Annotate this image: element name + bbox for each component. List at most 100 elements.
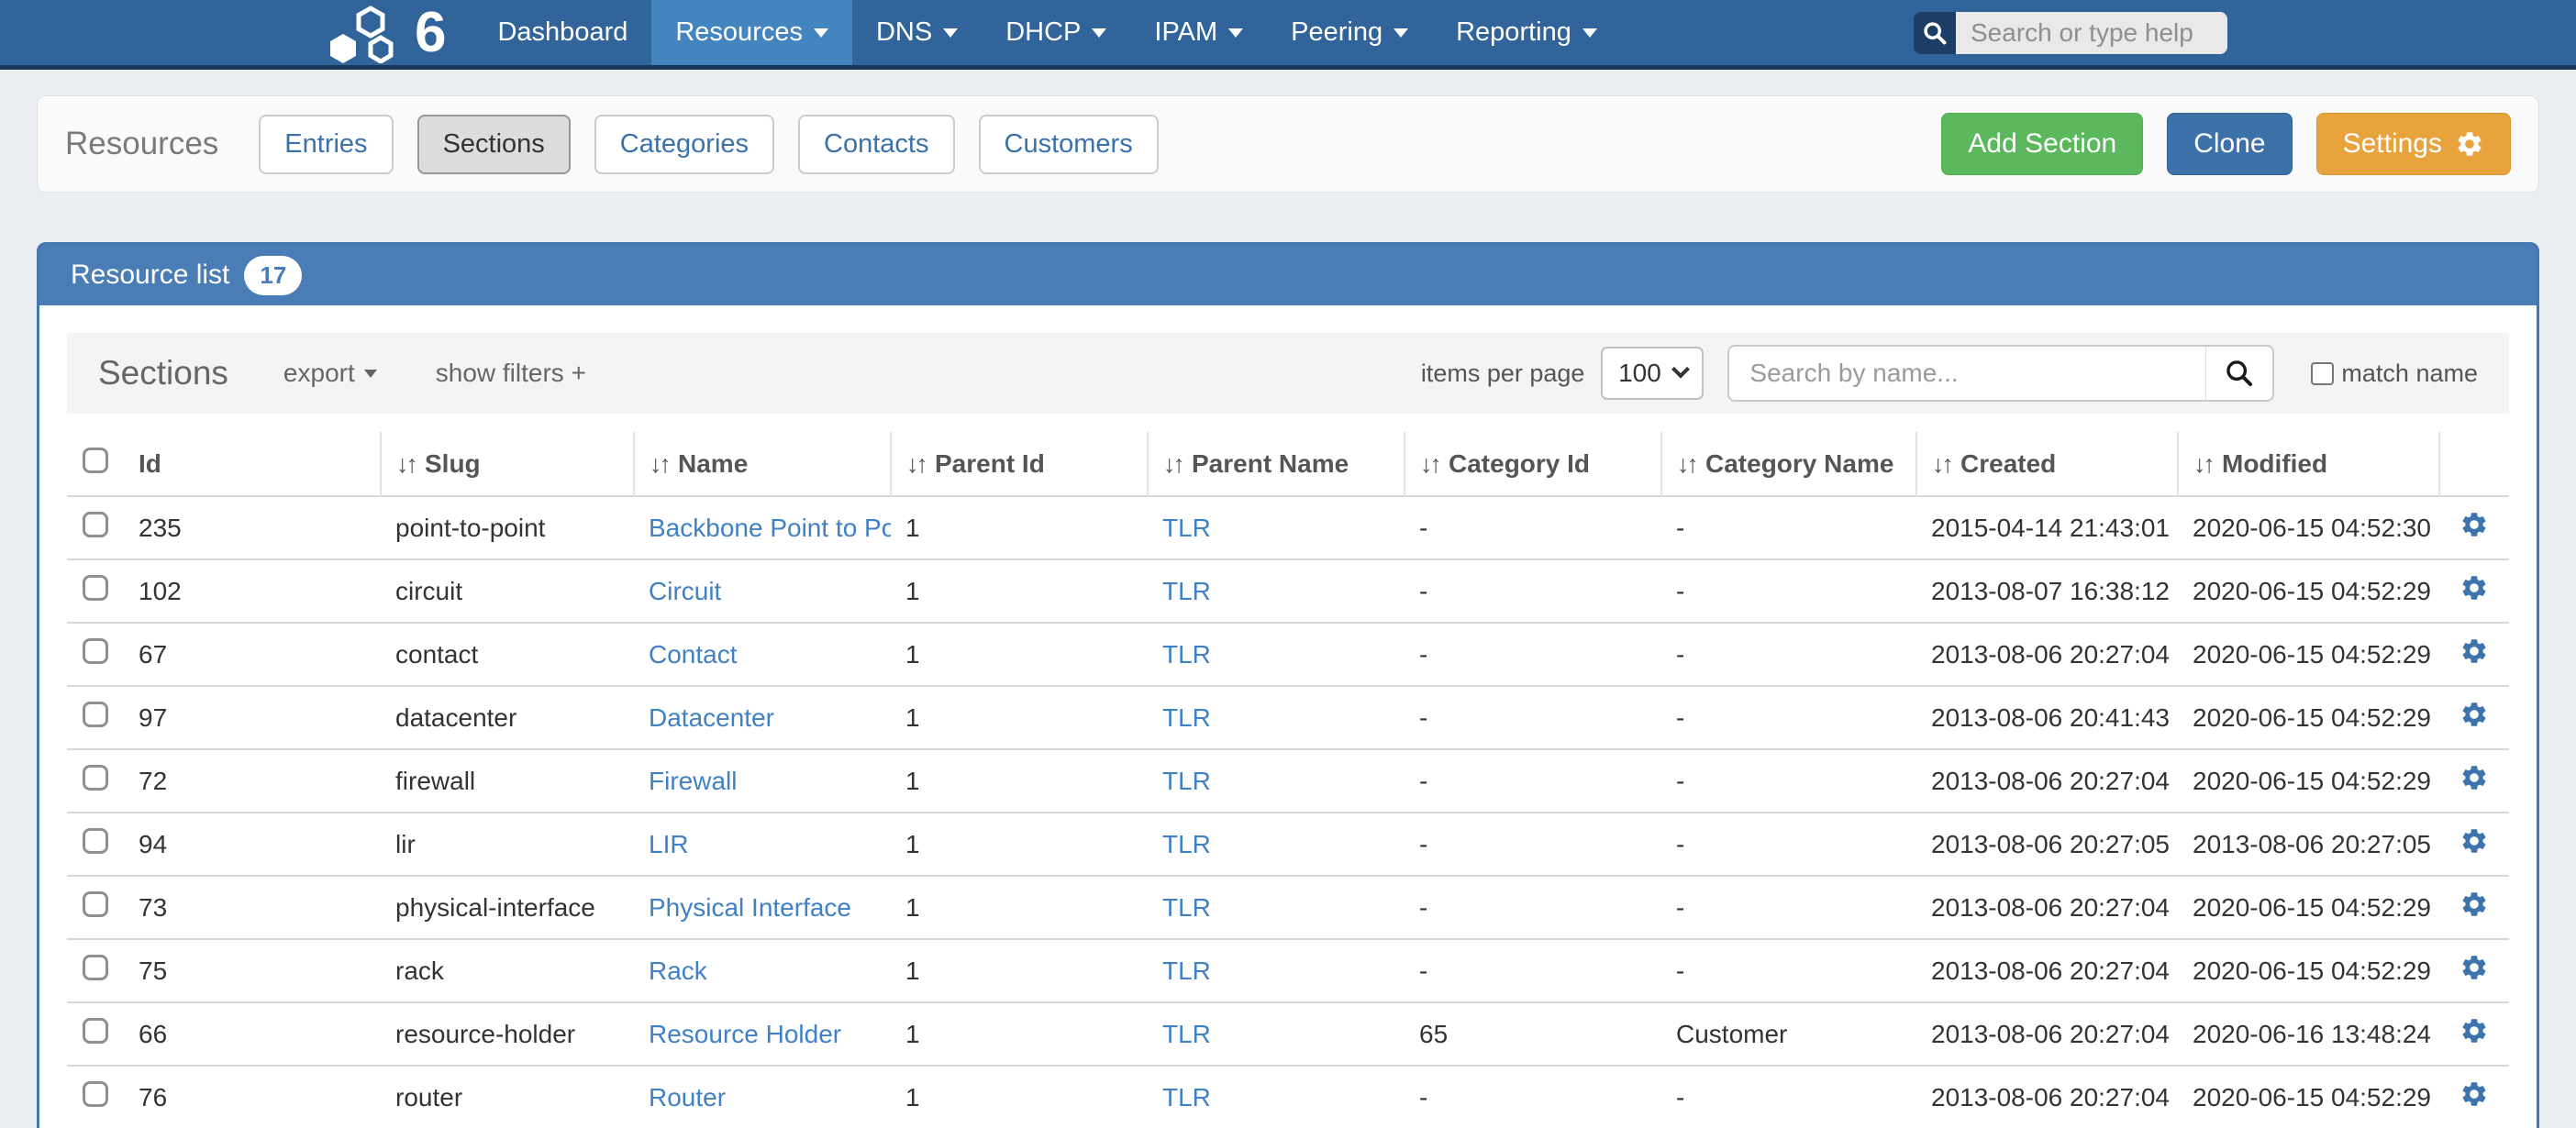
cell-category-name: Customer	[1661, 1002, 1916, 1066]
add-section-button[interactable]: Add Section	[1941, 113, 2143, 175]
items-per-page-select[interactable]: 100	[1601, 347, 1704, 400]
row-checkbox[interactable]	[83, 1018, 108, 1044]
row-checkbox[interactable]	[83, 702, 108, 727]
resource-name-link[interactable]: LIR	[649, 830, 689, 858]
resource-name-link[interactable]: Router	[649, 1083, 726, 1111]
nav-item-label: Peering	[1291, 17, 1382, 48]
cell-modified: 2020-06-15 04:52:29	[2178, 749, 2439, 813]
col-header-parent-name[interactable]: ↓↑Parent Name	[1148, 432, 1405, 496]
search-icon[interactable]	[1914, 12, 1956, 54]
sort-icon: ↓↑	[1677, 450, 1696, 478]
nav-item-label: DNS	[876, 17, 932, 48]
select-all-checkbox[interactable]	[83, 448, 108, 473]
nav-item-label: Reporting	[1456, 17, 1571, 48]
row-settings-gear-icon[interactable]	[2459, 510, 2489, 546]
settings-button[interactable]: Settings	[2316, 113, 2511, 175]
resource-name-link[interactable]: Backbone Point to Point	[649, 514, 891, 542]
col-header-category-id[interactable]: ↓↑Category Id	[1405, 432, 1661, 496]
nav-item-dns[interactable]: DNS	[852, 0, 982, 65]
resource-name-link[interactable]: Datacenter	[649, 703, 774, 732]
resource-name-link[interactable]: Firewall	[649, 767, 737, 795]
row-settings-gear-icon[interactable]	[2459, 1016, 2489, 1052]
cell-category-name: -	[1661, 749, 1916, 813]
row-settings-gear-icon[interactable]	[2459, 763, 2489, 799]
parent-name-link[interactable]: TLR	[1162, 1020, 1211, 1048]
cell-category-name: -	[1661, 939, 1916, 1002]
cell-category-id: -	[1405, 939, 1661, 1002]
app-logo[interactable]: 6	[323, 0, 446, 65]
row-settings-gear-icon[interactable]	[2459, 890, 2489, 925]
nav-item-peering[interactable]: Peering	[1267, 0, 1432, 65]
cell-category-id: -	[1405, 1066, 1661, 1128]
cell-slug: contact	[381, 623, 634, 686]
cell-created: 2013-08-06 20:27:04	[1916, 1066, 2178, 1128]
cell-created: 2013-08-06 20:27:04	[1916, 876, 2178, 939]
nav-item-reporting[interactable]: Reporting	[1432, 0, 1621, 65]
sort-icon: ↓↑	[396, 450, 416, 478]
nav-item-label: Resources	[675, 17, 803, 48]
parent-name-link[interactable]: TLR	[1162, 767, 1211, 795]
show-filters-toggle[interactable]: show filters +	[436, 359, 586, 388]
cell-category-id: -	[1405, 559, 1661, 623]
row-checkbox[interactable]	[83, 765, 108, 791]
parent-name-link[interactable]: TLR	[1162, 957, 1211, 985]
nav-item-resources[interactable]: Resources	[651, 0, 852, 65]
sort-icon: ↓↑	[1163, 450, 1183, 478]
hexagons-logo-icon	[323, 3, 411, 63]
parent-name-link[interactable]: TLR	[1162, 640, 1211, 669]
row-settings-gear-icon[interactable]	[2459, 1079, 2489, 1115]
cell-slug: datacenter	[381, 686, 634, 749]
row-settings-gear-icon[interactable]	[2459, 700, 2489, 735]
table-body: 235 point-to-point Backbone Point to Poi…	[67, 496, 2509, 1128]
col-header-name[interactable]: ↓↑Name	[634, 432, 891, 496]
search-button[interactable]	[2206, 345, 2274, 402]
resource-name-link[interactable]: Contact	[649, 640, 738, 669]
col-header-category-name[interactable]: ↓↑Category Name	[1661, 432, 1916, 496]
row-checkbox[interactable]	[83, 891, 108, 917]
sort-icon: ↓↑	[650, 450, 669, 478]
cell-created: 2015-04-14 21:43:01	[1916, 496, 2178, 559]
parent-name-link[interactable]: TLR	[1162, 893, 1211, 922]
help-search-input[interactable]	[1956, 12, 2227, 54]
col-header-created[interactable]: ↓↑Created	[1916, 432, 2178, 496]
col-header-id[interactable]: Id	[124, 432, 381, 496]
tab-customers[interactable]: Customers	[979, 115, 1159, 174]
row-checkbox[interactable]	[83, 638, 108, 664]
col-header-modified[interactable]: ↓↑Modified	[2178, 432, 2439, 496]
export-dropdown[interactable]: export	[283, 359, 377, 388]
row-checkbox[interactable]	[83, 1081, 108, 1107]
parent-name-link[interactable]: TLR	[1162, 1083, 1211, 1111]
nav-item-dhcp[interactable]: DHCP	[982, 0, 1130, 65]
clone-button[interactable]: Clone	[2167, 113, 2292, 175]
parent-name-link[interactable]: TLR	[1162, 577, 1211, 605]
row-settings-gear-icon[interactable]	[2459, 573, 2489, 609]
tab-entries[interactable]: Entries	[259, 115, 393, 174]
match-name-checkbox[interactable]	[2311, 362, 2334, 385]
cell-created: 2013-08-07 16:38:12	[1916, 559, 2178, 623]
resource-name-link[interactable]: Circuit	[649, 577, 721, 605]
row-checkbox[interactable]	[83, 955, 108, 980]
resource-name-link[interactable]: Resource Holder	[649, 1020, 841, 1048]
row-checkbox[interactable]	[83, 575, 108, 601]
parent-name-link[interactable]: TLR	[1162, 830, 1211, 858]
nav-item-label: Dashboard	[497, 17, 627, 48]
row-checkbox[interactable]	[83, 512, 108, 537]
col-header-parent-id[interactable]: ↓↑Parent Id	[891, 432, 1148, 496]
row-settings-gear-icon[interactable]	[2459, 953, 2489, 989]
caret-down-icon	[943, 28, 958, 38]
parent-name-link[interactable]: TLR	[1162, 514, 1211, 542]
row-settings-gear-icon[interactable]	[2459, 826, 2489, 862]
resource-name-link[interactable]: Physical Interface	[649, 893, 851, 922]
nav-item-dashboard[interactable]: Dashboard	[473, 0, 651, 65]
cell-id: 67	[124, 623, 381, 686]
row-checkbox[interactable]	[83, 828, 108, 854]
nav-item-ipam[interactable]: IPAM	[1130, 0, 1267, 65]
row-settings-gear-icon[interactable]	[2459, 636, 2489, 672]
tab-categories[interactable]: Categories	[594, 115, 774, 174]
name-search-input[interactable]	[1727, 345, 2206, 402]
resource-name-link[interactable]: Rack	[649, 957, 707, 985]
tab-sections[interactable]: Sections	[417, 115, 571, 174]
tab-contacts[interactable]: Contacts	[798, 115, 954, 174]
parent-name-link[interactable]: TLR	[1162, 703, 1211, 732]
col-header-slug[interactable]: ↓↑Slug	[381, 432, 634, 496]
